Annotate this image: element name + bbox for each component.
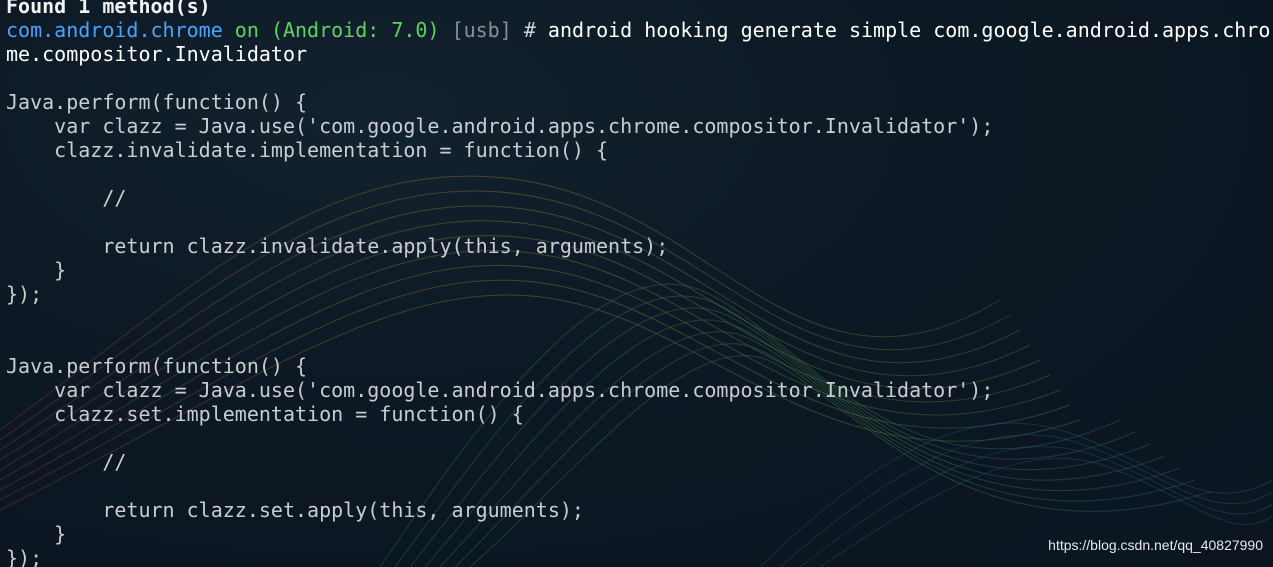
prompt-host: com.android.chrome bbox=[6, 18, 223, 42]
terminal-window[interactable]: Found 1 method(s) com.android.chrome on (… bbox=[0, 0, 1273, 567]
terminal-output: Found 1 method(s) com.android.chrome on (… bbox=[6, 0, 1271, 567]
code-line: // bbox=[6, 450, 127, 474]
watermark-url: https://blog.csdn.net/qq_40827990 bbox=[1048, 537, 1263, 553]
prompt-device: (Android: 7.0) bbox=[270, 18, 440, 42]
truncated-output-line: Found 1 method(s) bbox=[6, 0, 211, 18]
code-line: clazz.invalidate.implementation = functi… bbox=[6, 138, 609, 162]
prompt-hash: # bbox=[523, 18, 536, 42]
prompt-line: com.android.chrome on (Android: 7.0) [us… bbox=[6, 18, 1271, 42]
prompt-on: on bbox=[234, 18, 259, 42]
code-line: return clazz.invalidate.apply(this, argu… bbox=[6, 234, 669, 258]
command-text: android hooking generate simple com.goog… bbox=[547, 18, 1271, 42]
code-line: // bbox=[6, 186, 127, 210]
command-text-wrapped: me.compositor.Invalidator bbox=[6, 42, 308, 66]
code-line: clazz.set.implementation = function() { bbox=[6, 402, 524, 426]
code-line: } bbox=[6, 258, 67, 282]
code-line: Java.perform(function() { bbox=[6, 90, 308, 114]
code-line: var clazz = Java.use('com.google.android… bbox=[6, 114, 994, 138]
code-line: }); bbox=[6, 282, 43, 306]
prompt-connection: [usb] bbox=[451, 18, 512, 42]
code-line: var clazz = Java.use('com.google.android… bbox=[6, 378, 994, 402]
generated-code-block: Java.perform(function() { var clazz = Ja… bbox=[6, 66, 1268, 567]
code-line: return clazz.set.apply(this, arguments); bbox=[6, 498, 584, 522]
code-line: Java.perform(function() { bbox=[6, 354, 308, 378]
